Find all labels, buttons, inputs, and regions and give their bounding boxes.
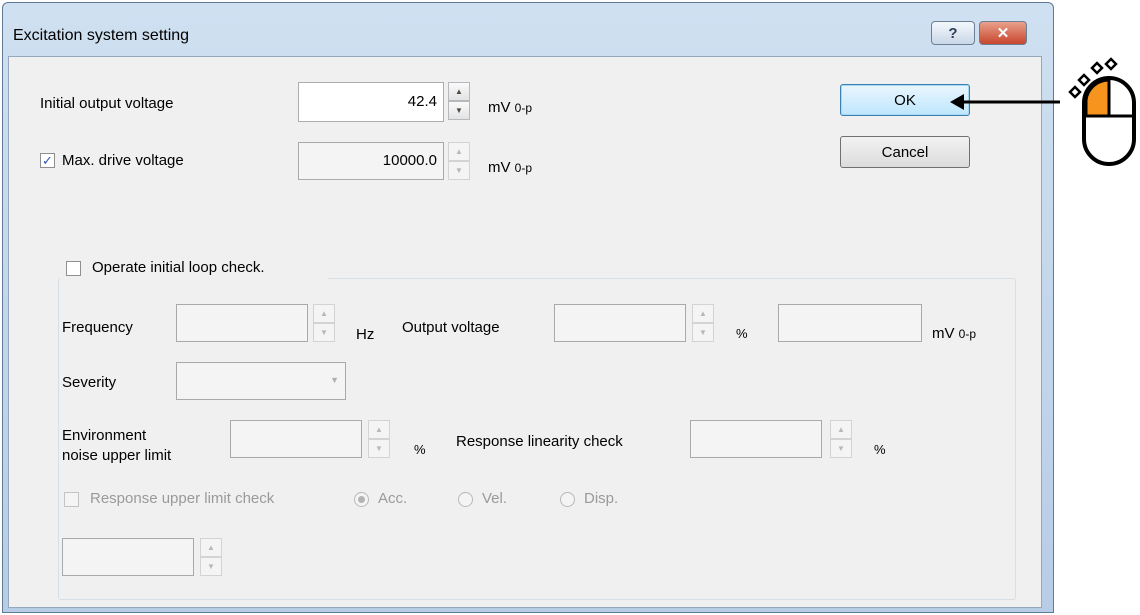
output-voltage-percent-unit: % <box>736 326 748 341</box>
unit-0p: 0-p <box>958 327 977 341</box>
initial-output-voltage-input[interactable]: 42.4 <box>298 82 444 122</box>
output-voltage-percent-input <box>554 304 686 342</box>
radio-vel-label: Vel. <box>482 490 508 507</box>
max-drive-voltage-unit: mV 0-p <box>488 159 532 176</box>
spin-down-icon: ▼ <box>368 439 390 458</box>
chevron-down-icon: ▼ <box>330 375 339 385</box>
response-linearity-spinner: ▲ ▼ <box>830 420 852 458</box>
spin-down-icon[interactable]: ▼ <box>448 101 470 120</box>
response-upper-limit-input <box>62 538 194 576</box>
output-voltage-spinner: ▲ ▼ <box>692 304 714 342</box>
radio-acc <box>354 492 369 507</box>
title-bar[interactable]: Excitation system setting ? ✕ <box>3 3 1053 61</box>
frequency-label: Frequency <box>62 319 133 336</box>
initial-output-voltage-unit: mV 0-p <box>488 99 532 116</box>
output-voltage-mv-unit: mV 0-p <box>932 325 976 342</box>
spin-up-icon[interactable]: ▲ <box>448 82 470 101</box>
env-noise-label-line1: Environment <box>62 427 147 444</box>
max-drive-voltage-input[interactable]: 10000.0 <box>298 142 444 180</box>
spin-up-icon: ▲ <box>830 420 852 439</box>
env-noise-label-line2: noise upper limit <box>62 447 172 464</box>
unit-mv: mV <box>488 159 511 176</box>
unit-0p: 0-p <box>514 101 533 115</box>
unit-mv: mV <box>932 325 955 342</box>
response-upper-limit-label: Response upper limit check <box>90 490 275 507</box>
initial-output-voltage-label: Initial output voltage <box>40 95 174 112</box>
response-linearity-input <box>690 420 822 458</box>
max-drive-voltage-spinner: ▲ ▼ <box>448 142 470 180</box>
spin-up-icon: ▲ <box>368 420 390 439</box>
close-button[interactable]: ✕ <box>979 21 1027 45</box>
response-linearity-label: Response linearity check <box>456 433 623 450</box>
radio-vel <box>458 492 473 507</box>
severity-dropdown: ▼ <box>176 362 346 400</box>
response-linearity-unit: % <box>874 442 886 457</box>
arrowhead-icon <box>950 94 964 110</box>
response-upper-limit-checkbox <box>64 492 79 507</box>
dialog-title: Excitation system setting <box>13 27 190 44</box>
env-noise-spinner: ▲ ▼ <box>368 420 390 458</box>
env-noise-input <box>230 420 362 458</box>
max-drive-voltage-checkbox[interactable]: ✓ <box>40 153 55 168</box>
frequency-input <box>176 304 308 342</box>
unit-0p: 0-p <box>514 161 533 175</box>
unit-mv: mV <box>488 99 511 116</box>
output-voltage-mv-input <box>778 304 922 342</box>
spin-down-icon: ▼ <box>200 557 222 576</box>
spin-up-icon: ▲ <box>692 304 714 323</box>
spin-up-icon: ▲ <box>313 304 335 323</box>
frequency-unit: Hz <box>356 326 375 343</box>
radio-disp-label: Disp. <box>584 490 619 507</box>
help-button[interactable]: ? <box>931 21 975 45</box>
initial-output-voltage-spinner[interactable]: ▲ ▼ <box>448 82 470 120</box>
spin-down-icon: ▼ <box>830 439 852 458</box>
spin-down-icon: ▼ <box>692 323 714 342</box>
env-noise-label: Environment noise upper limit <box>62 426 171 466</box>
click-annotation <box>950 57 1136 166</box>
operate-loop-check-checkbox[interactable] <box>66 261 81 276</box>
frequency-spinner: ▲ ▼ <box>313 304 335 342</box>
env-noise-unit: % <box>414 442 426 457</box>
radio-disp <box>560 492 575 507</box>
spin-down-icon: ▼ <box>448 161 470 180</box>
severity-label: Severity <box>62 374 117 391</box>
mouse-click-icon <box>1068 57 1136 166</box>
max-drive-voltage-label: Max. drive voltage <box>62 152 184 169</box>
spin-up-icon: ▲ <box>448 142 470 161</box>
output-voltage-label: Output voltage <box>402 319 500 336</box>
spin-down-icon: ▼ <box>313 323 335 342</box>
spin-up-icon: ▲ <box>200 538 222 557</box>
radio-acc-label: Acc. <box>378 490 408 507</box>
operate-loop-check-label: Operate initial loop check. <box>92 259 265 276</box>
response-upper-limit-spinner: ▲ ▼ <box>200 538 222 576</box>
